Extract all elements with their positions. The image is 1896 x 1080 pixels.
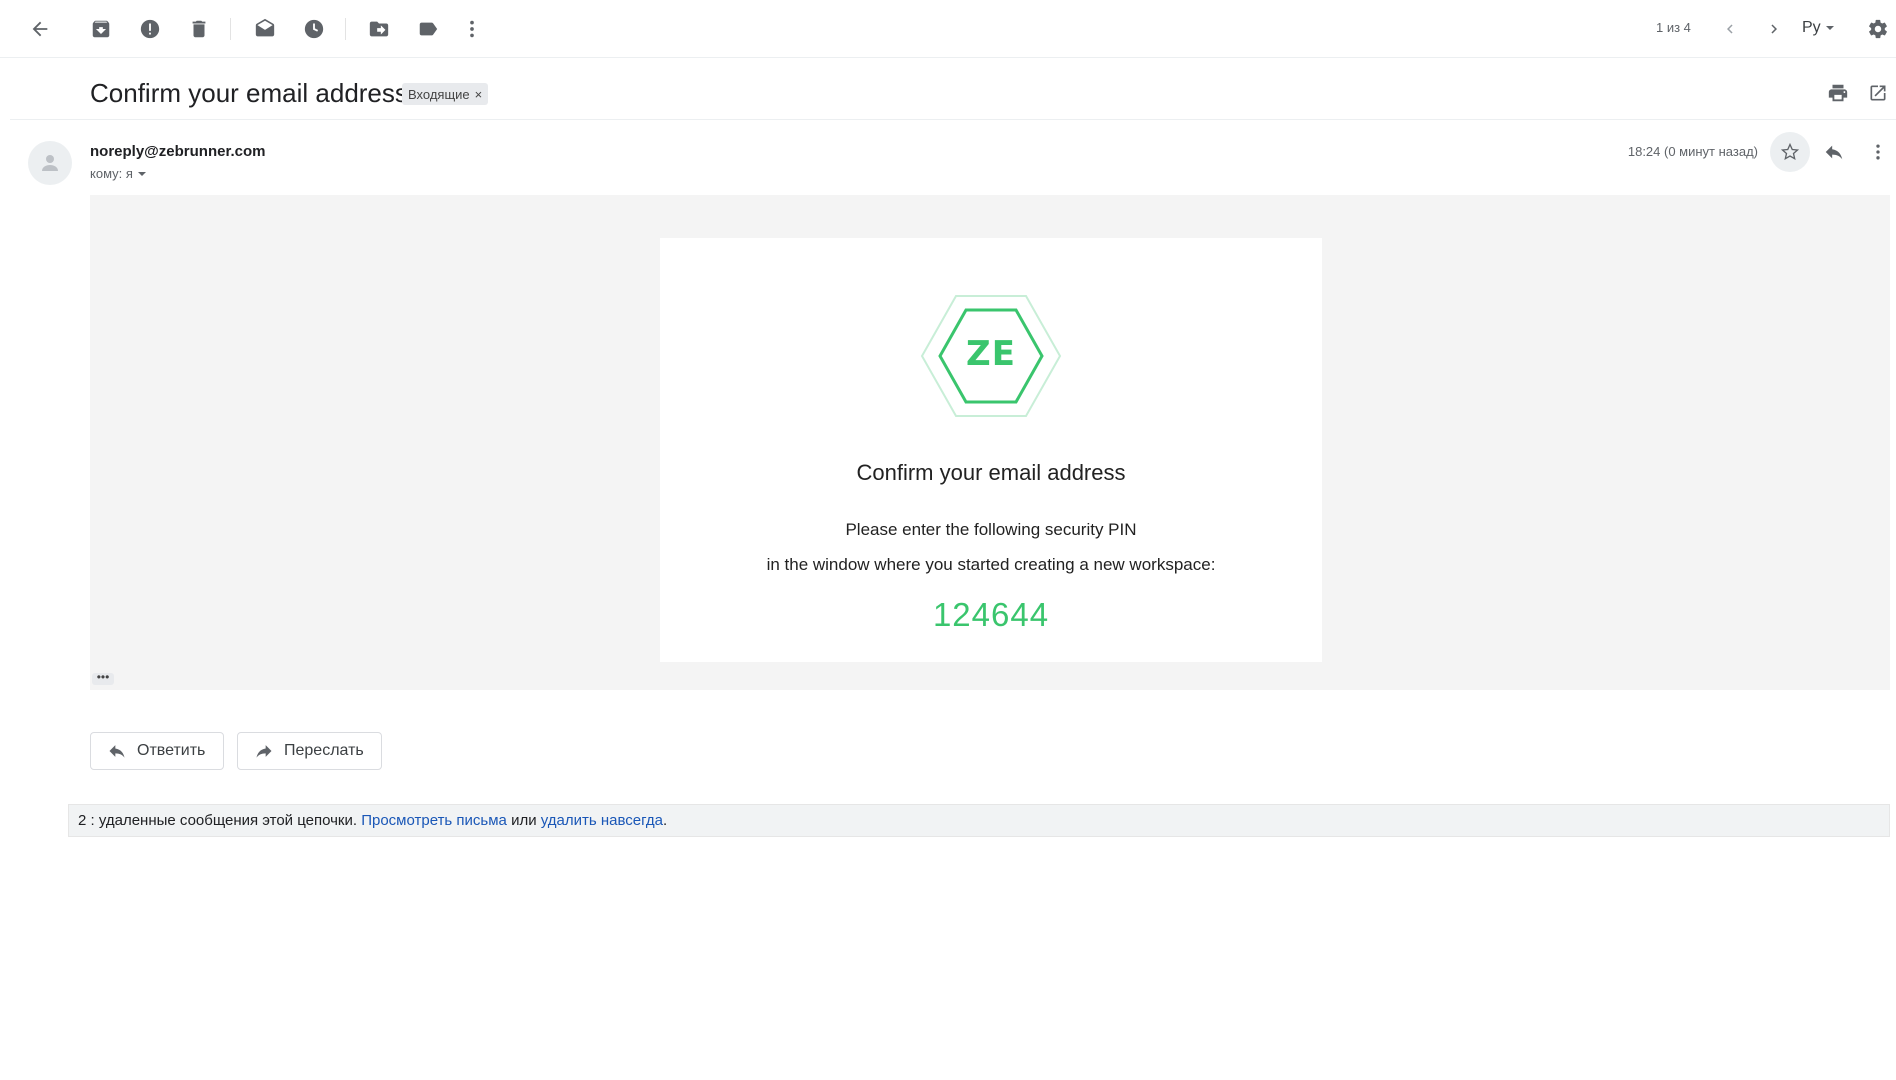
email-instruction-line-1: Please enter the following security PIN: [845, 520, 1137, 539]
reply-arrow-icon: [109, 745, 125, 758]
back-arrow-icon[interactable]: [26, 15, 54, 43]
settings-gear-icon[interactable]: [1864, 15, 1892, 43]
toolbar-divider: [230, 18, 231, 40]
recipient-details-toggle[interactable]: кому: я: [90, 166, 147, 181]
email-subject: Confirm your email address: [90, 78, 408, 108]
caret-down-icon: [1825, 26, 1834, 30]
email-instruction-line-2: in the window where you started creating…: [766, 555, 1216, 574]
caret-down-icon: [137, 171, 146, 176]
pagination-count: 1 из 4: [1656, 20, 1691, 35]
toolbar: 1 из 4 Ру: [0, 0, 1896, 58]
label-icon[interactable]: [414, 15, 442, 43]
reply-button[interactable]: Ответить: [90, 732, 224, 770]
input-tools-dropdown[interactable]: Ру: [1802, 19, 1835, 37]
forward-arrow-icon: [256, 745, 272, 758]
print-icon[interactable]: [1824, 79, 1852, 107]
view-deleted-messages-link[interactable]: Просмотреть письма: [361, 812, 507, 829]
deleted-notice-text: 2 : удаленные сообщения этой цепочки.: [78, 812, 358, 829]
input-tools-label: Ру: [1802, 19, 1821, 36]
chevron-right-icon[interactable]: [1760, 15, 1788, 43]
star-button[interactable]: [1770, 132, 1810, 172]
mark-unread-icon[interactable]: [251, 15, 279, 43]
forward-button[interactable]: Переслать: [237, 732, 382, 770]
remove-label-icon[interactable]: ×: [475, 87, 483, 102]
person-icon: [42, 155, 58, 171]
forward-button-label: Переслать: [284, 742, 364, 759]
zebrunner-logo: ZE: [920, 294, 1062, 418]
toolbar-divider: [345, 18, 346, 40]
delete-forever-link[interactable]: удалить навсегда: [541, 812, 663, 829]
open-in-new-window-icon[interactable]: [1864, 79, 1892, 107]
email-body-background: ZE Confirm your email address Please ent…: [90, 195, 1890, 690]
show-trimmed-content-button[interactable]: •••: [92, 671, 114, 685]
snooze-icon[interactable]: [300, 15, 328, 43]
chevron-left-icon[interactable]: [1716, 15, 1744, 43]
logo-text: ZE: [966, 334, 1016, 374]
message-more-vert-icon[interactable]: [1864, 138, 1892, 166]
deleted-notice-period: .: [663, 812, 668, 829]
archive-icon[interactable]: [87, 15, 115, 43]
email-heading: Confirm your email address: [856, 460, 1126, 485]
email-content-card: ZE Confirm your email address Please ent…: [660, 238, 1322, 662]
delete-icon[interactable]: [185, 15, 213, 43]
deleted-notice-or: или: [511, 812, 537, 829]
inbox-label-text: Входящие: [408, 86, 470, 102]
move-to-icon[interactable]: [365, 15, 393, 43]
sender-avatar: [28, 141, 72, 185]
security-pin: 124644: [932, 596, 1050, 633]
more-vert-icon[interactable]: [458, 15, 486, 43]
message-time: 18:24 (0 минут назад): [1627, 144, 1758, 159]
reply-button-label: Ответить: [137, 742, 206, 759]
inbox-label-chip: Входящие ×: [402, 83, 489, 105]
reply-icon[interactable]: [1820, 138, 1848, 166]
deleted-messages-notice: 2 : удаленные сообщения этой цепочки. Пр…: [68, 804, 1890, 837]
subject-divider-line: [10, 119, 1896, 120]
sender-email[interactable]: noreply@zebrunner.com: [90, 143, 266, 160]
report-spam-icon[interactable]: [136, 15, 164, 43]
star-outline-icon: [1780, 142, 1800, 160]
recipient-label: кому: я: [90, 166, 133, 181]
toolbar-divider-line: [0, 57, 1896, 58]
